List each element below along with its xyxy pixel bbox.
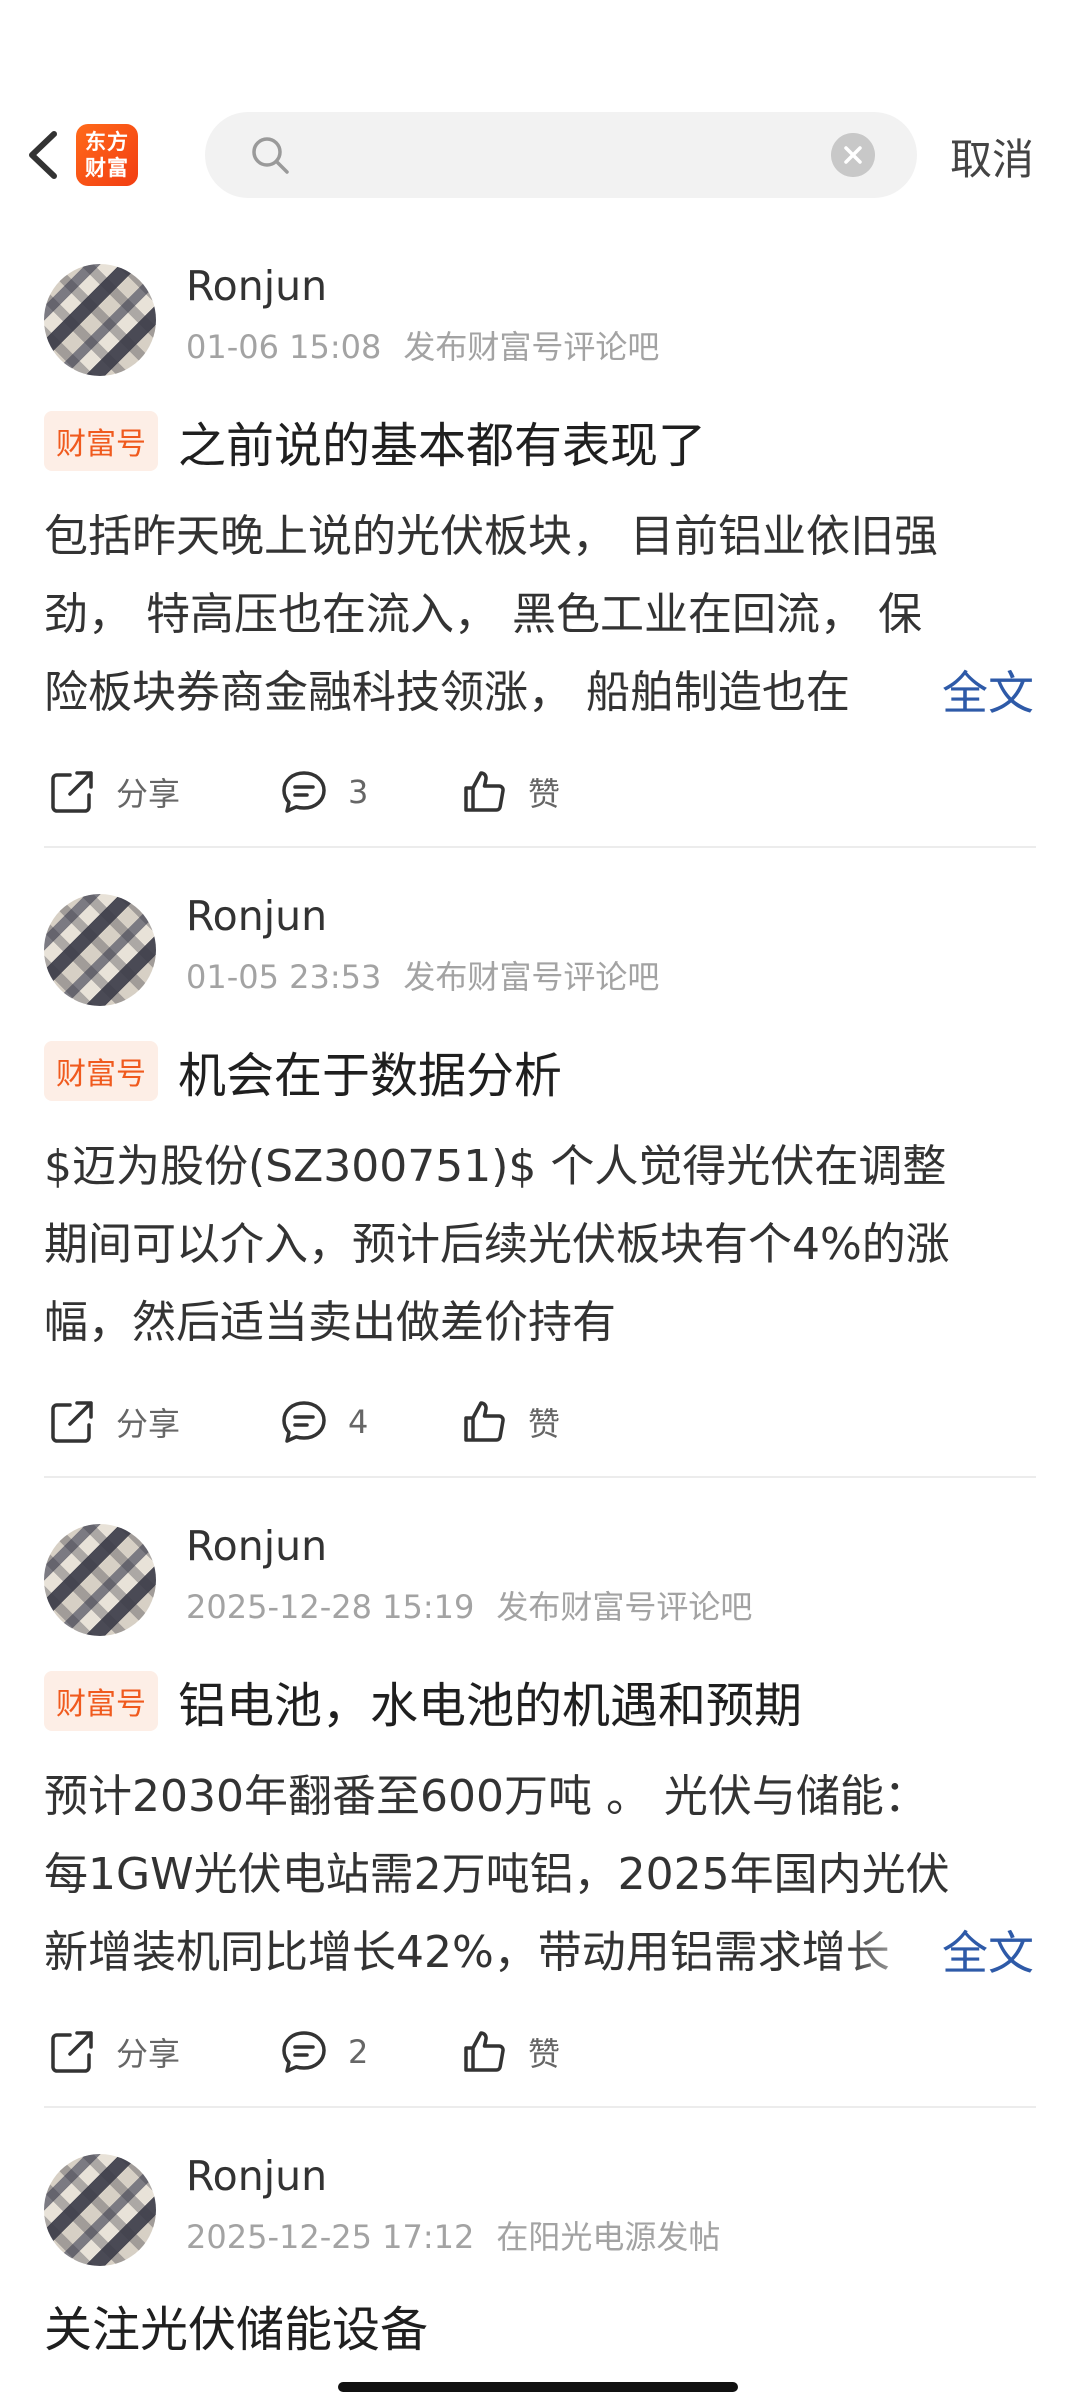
- post-meta: 01-06 15:08 发布财富号评论吧: [186, 322, 659, 368]
- post-title[interactable]: 之前说的基本都有表现了: [178, 406, 706, 476]
- thumbs-up-icon: [464, 1401, 505, 1442]
- body-line-last: 险板块券商金融科技领涨， 船舶制造也在 全文: [44, 654, 1034, 732]
- divider: [44, 1476, 1036, 1478]
- post-body[interactable]: 包括昨天晚上说的光伏板块， 目前铝业依旧强 劲， 特高压也在流入， 黑色工业在回…: [44, 498, 1034, 732]
- author-name[interactable]: Ronjun: [186, 262, 327, 310]
- post-body[interactable]: 预计2030年翻番至600万吨 。 光伏与储能： 每1GW光伏电站需2万吨铝，2…: [44, 1758, 1034, 1992]
- search-bar[interactable]: [205, 112, 917, 198]
- avatar[interactable]: [44, 264, 156, 376]
- post-meta: 2025-12-28 15:19 发布财富号评论吧: [186, 1582, 752, 1628]
- thumbs-up-icon: [464, 2031, 505, 2072]
- post-title[interactable]: 关注光伏储能设备: [44, 2290, 428, 2360]
- share-label: 分享: [116, 2035, 181, 2073]
- like-label: 赞: [528, 775, 561, 813]
- clear-icon[interactable]: [831, 133, 875, 177]
- post-body[interactable]: $迈为股份(SZ300751)$ 个人觉得光伏在调整 期间可以介入，预计后续光伏…: [44, 1128, 1034, 1362]
- logo-text-top: 东方: [85, 130, 129, 154]
- body-line: 劲， 特高压也在流入， 黑色工业在回流， 保: [44, 589, 922, 640]
- share-icon: [51, 1401, 93, 1443]
- post-time: 01-05 23:53: [186, 958, 382, 996]
- post-time: 01-06 15:08: [186, 328, 382, 366]
- share-button[interactable]: 分享: [46, 2026, 180, 2078]
- thumbs-up-icon: [464, 771, 505, 812]
- post-source: 发布财富号评论吧: [403, 328, 660, 366]
- share-icon: [51, 2031, 93, 2073]
- body-line: 预计2030年翻番至600万吨 。 光伏与储能：: [44, 1771, 928, 1822]
- post-source: 发布财富号评论吧: [403, 958, 660, 996]
- full-text-link[interactable]: 全文: [942, 654, 1034, 732]
- comment-button[interactable]: 2: [278, 2026, 368, 2078]
- post-time: 2025-12-28 15:19: [186, 1588, 475, 1626]
- search-input[interactable]: [305, 130, 805, 180]
- author-name[interactable]: Ronjun: [186, 2152, 327, 2200]
- home-indicator[interactable]: [338, 2382, 738, 2392]
- body-line: 期间可以介入，预计后续光伏板块有个4%的涨: [44, 1219, 950, 1270]
- avatar[interactable]: [44, 2154, 156, 2266]
- post-time: 2025-12-25 17:12: [186, 2218, 475, 2256]
- divider: [44, 846, 1036, 848]
- comment-count: 3: [348, 773, 369, 811]
- share-button[interactable]: 分享: [46, 766, 180, 818]
- like-button[interactable]: 赞: [458, 1396, 560, 1448]
- share-label: 分享: [116, 1405, 181, 1443]
- post-source: 发布财富号评论吧: [496, 1588, 753, 1626]
- post-title-row[interactable]: 财富号 铝电池，水电池的机遇和预期: [44, 1666, 802, 1736]
- post-title-row[interactable]: 财富号 之前说的基本都有表现了: [44, 406, 706, 476]
- like-button[interactable]: 赞: [458, 2026, 560, 2078]
- share-icon: [51, 771, 93, 813]
- avatar[interactable]: [44, 1524, 156, 1636]
- back-arrow-icon[interactable]: [18, 120, 68, 190]
- comment-button[interactable]: 4: [278, 1396, 368, 1448]
- body-line: 险板块券商金融科技领涨， 船舶制造也在: [44, 667, 850, 718]
- search-icon: [252, 137, 289, 174]
- body-line: 每1GW光伏电站需2万吨铝，2025年国内光伏: [44, 1849, 950, 1900]
- full-text-link[interactable]: 全文: [942, 1914, 1034, 1992]
- body-line-last: 新增装机同比增长42%，带动用铝需求增长 全文: [44, 1914, 1034, 1992]
- comment-count: 4: [348, 1403, 369, 1441]
- author-name[interactable]: Ronjun: [186, 892, 327, 940]
- body-line: 幅，然后适当卖出做差价持有: [44, 1297, 616, 1348]
- logo-text-bottom: 财富: [85, 156, 129, 180]
- share-label: 分享: [116, 775, 181, 813]
- avatar[interactable]: [44, 894, 156, 1006]
- caifuhao-badge: 财富号: [44, 1671, 158, 1731]
- post-meta: 2025-12-25 17:12 在阳光电源发帖: [186, 2212, 720, 2258]
- post-title-row[interactable]: 关注光伏储能设备: [44, 2290, 428, 2360]
- body-line: $迈为股份(SZ300751)$ 个人觉得光伏在调整: [44, 1141, 947, 1192]
- comment-icon: [282, 1401, 326, 1443]
- post-actions: 分享 2 赞: [0, 2026, 1080, 2086]
- post-actions: 分享 3 赞: [0, 766, 1080, 826]
- top-bar: 东方 财富 取消: [0, 0, 1080, 230]
- author-name[interactable]: Ronjun: [186, 1522, 327, 1570]
- post-meta: 01-05 23:53 发布财富号评论吧: [186, 952, 659, 998]
- comment-button[interactable]: 3: [278, 766, 368, 818]
- caifuhao-badge: 财富号: [44, 1041, 158, 1101]
- cancel-button[interactable]: 取消: [950, 126, 1034, 187]
- divider: [44, 2106, 1036, 2108]
- comment-icon: [282, 2031, 326, 2073]
- post-source: 在阳光电源发帖: [496, 2218, 721, 2256]
- comment-count: 2: [348, 2033, 369, 2071]
- comment-icon: [282, 771, 326, 813]
- body-line: 新增装机同比增长42%，带动用铝需求增长: [44, 1927, 890, 1978]
- post-title-row[interactable]: 财富号 机会在于数据分析: [44, 1036, 562, 1106]
- like-label: 赞: [528, 1405, 561, 1443]
- post-title[interactable]: 机会在于数据分析: [178, 1036, 562, 1106]
- body-line: 包括昨天晚上说的光伏板块， 目前铝业依旧强: [44, 511, 938, 562]
- caifuhao-badge: 财富号: [44, 411, 158, 471]
- post-actions: 分享 4 赞: [0, 1396, 1080, 1456]
- like-label: 赞: [528, 2035, 561, 2073]
- app-logo[interactable]: 东方 财富: [76, 124, 138, 186]
- like-button[interactable]: 赞: [458, 766, 560, 818]
- share-button[interactable]: 分享: [46, 1396, 180, 1448]
- post-title[interactable]: 铝电池，水电池的机遇和预期: [178, 1666, 802, 1736]
